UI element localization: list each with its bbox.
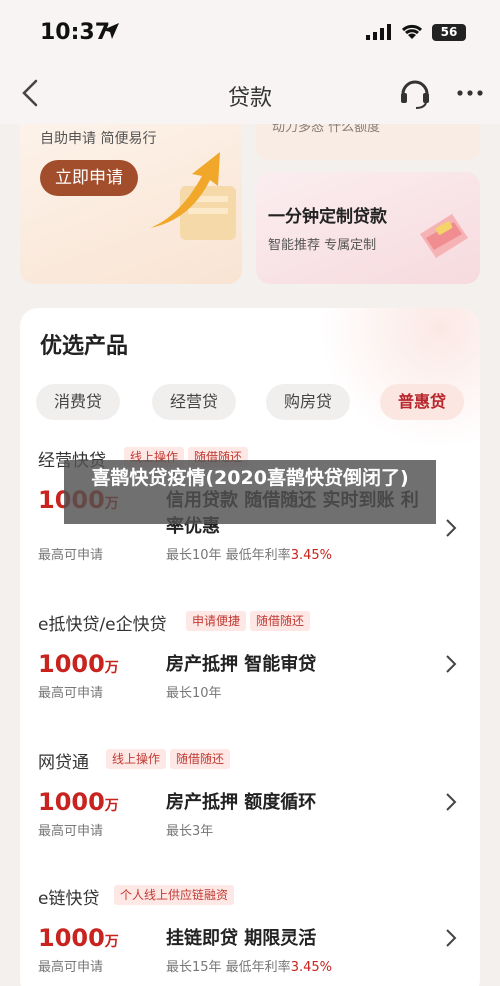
max-apply-label: 最高可申请 <box>38 686 104 701</box>
term-rate-text: 最长10年 最低年利率 <box>166 548 291 563</box>
term-rate-label: 最长3年 <box>166 820 213 839</box>
status-time: 10:37 <box>40 20 111 45</box>
product-feature: 房产抵押 智能审贷 <box>166 654 317 675</box>
nav-bar: 贷款 <box>0 62 500 124</box>
battery-icon: 56 <box>432 24 466 41</box>
product-tag: 申请便捷 <box>186 611 247 631</box>
amount-value: 1000 <box>38 924 105 952</box>
products-panel: 优选产品 消费贷 经营贷 购房贷 普惠贷 经营快贷 线上操作随借随还 1000万… <box>20 308 480 986</box>
product-name: 网贷通 <box>38 753 89 773</box>
product-tags: 申请便捷 随借随还 <box>186 610 314 632</box>
product-tabs: 消费贷 经营贷 购房贷 普惠贷 <box>36 384 466 424</box>
term-rate-text: 最长3年 <box>166 824 214 839</box>
amount-value: 1000 <box>38 650 105 678</box>
wifi-icon <box>400 22 424 44</box>
amount-value: 1000 <box>38 788 105 816</box>
tab-business-loan[interactable]: 经营贷 <box>152 384 236 420</box>
max-apply-label: 最高可申请 <box>38 960 104 975</box>
product-amount: 1000万 <box>38 788 119 816</box>
customer-service-icon[interactable] <box>398 76 432 114</box>
term-rate-label: 最长15年 最低年利率3.45% <box>166 956 332 975</box>
products-title: 优选产品 <box>40 334 129 359</box>
chevron-right-icon <box>444 654 458 678</box>
product-item[interactable]: e链快贷 个人线上供应链融资 1000万 挂链即贷 期限灵活 最高可申请 最长1… <box>20 884 480 986</box>
self-apply-card[interactable]: 自助申请 简便易行 立即申请 <box>20 124 242 284</box>
status-bar: 10:37 56 <box>0 0 500 62</box>
product-item[interactable]: 网贷通 线上操作 随借随还 1000万 房产抵押 额度循环 最高可申请 最长3年 <box>20 748 480 878</box>
rate-value: 3.45% <box>290 548 332 563</box>
product-amount: 1000万 <box>38 924 119 952</box>
product-item[interactable]: e抵快贷/e企快贷 申请便捷 随借随还 1000万 房产抵押 智能审贷 最高可申请… <box>20 610 480 740</box>
chevron-right-icon <box>444 792 458 816</box>
tab-inclusive-loan[interactable]: 普惠贷 <box>380 384 464 420</box>
amount-unit: 万 <box>104 660 119 676</box>
custom-loan-subtitle: 智能推荐 专属定制 <box>268 238 377 253</box>
term-rate-text: 最长15年 最低年利率 <box>166 960 291 975</box>
term-rate-text: 最长10年 <box>166 686 222 701</box>
gift-illustration-icon <box>412 204 472 268</box>
fast-arrow-illustration-icon <box>140 146 240 250</box>
max-apply-label: 最高可申请 <box>38 824 104 839</box>
product-feature: 挂链即贷 期限灵活 <box>166 928 317 949</box>
location-arrow-icon <box>102 22 120 44</box>
term-rate-label: 最长10年 最低年利率3.45% <box>166 544 332 563</box>
chevron-right-icon <box>444 518 458 542</box>
cellular-signal-icon <box>366 24 392 44</box>
rate-value: 3.45% <box>290 960 332 975</box>
product-tag: 随借随还 <box>170 749 231 769</box>
product-tag: 线上操作 <box>106 749 167 769</box>
product-tags: 线上操作 随借随还 <box>106 748 234 770</box>
tab-mortgage-loan[interactable]: 购房贷 <box>266 384 350 420</box>
tab-consumer-loan[interactable]: 消费贷 <box>36 384 120 420</box>
product-name: e链快贷 <box>38 889 100 909</box>
quota-card-text: 动力多态 什么额度 <box>272 124 381 135</box>
product-feature: 房产抵押 额度循环 <box>166 792 317 813</box>
apply-now-button[interactable]: 立即申请 <box>40 160 138 196</box>
custom-loan-title: 一分钟定制贷款 <box>268 207 387 227</box>
amount-unit: 万 <box>104 934 119 950</box>
chevron-right-icon <box>444 928 458 952</box>
product-tag: 随借随还 <box>250 611 311 631</box>
amount-unit: 万 <box>104 798 119 814</box>
product-name: e抵快贷/e企快贷 <box>38 615 167 635</box>
promo-cards: 自助申请 简便易行 立即申请 动力多态 什么额度 一分钟定制贷款 智能推荐 专属… <box>0 124 500 294</box>
term-rate-label: 最长10年 <box>166 682 222 701</box>
more-icon[interactable] <box>456 82 484 108</box>
overlay-title-banner: 喜鹊快贷疫情(2020喜鹊快贷倒闭了) <box>64 460 436 524</box>
quota-card[interactable]: 动力多态 什么额度 <box>256 124 480 160</box>
product-tag: 个人线上供应链融资 <box>114 885 235 905</box>
product-amount: 1000万 <box>38 650 119 678</box>
self-apply-subtitle: 自助申请 简便易行 <box>40 131 157 147</box>
product-tags: 个人线上供应链融资 <box>114 884 238 906</box>
custom-loan-card[interactable]: 一分钟定制贷款 智能推荐 专属定制 <box>256 172 480 284</box>
max-apply-label: 最高可申请 <box>38 548 104 563</box>
